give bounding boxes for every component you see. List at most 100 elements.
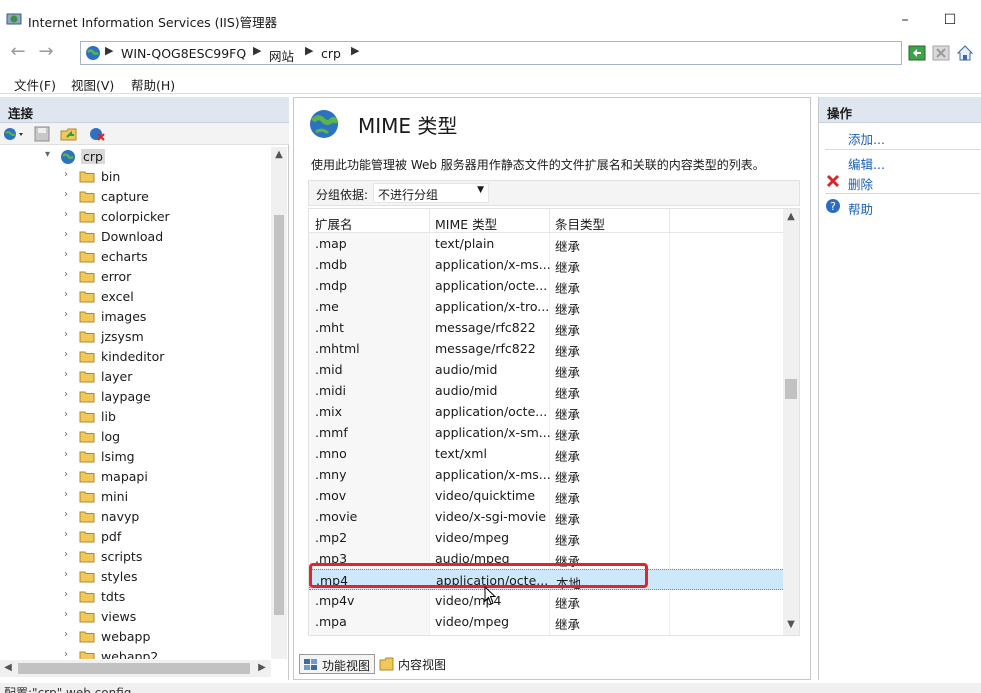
- expand-arrow-icon[interactable]: ›: [64, 409, 68, 420]
- expand-arrow-icon[interactable]: ›: [64, 609, 68, 620]
- tree-hscroll-thumb[interactable]: [18, 663, 250, 674]
- save-icon[interactable]: [34, 126, 50, 142]
- folder-up-icon[interactable]: [60, 126, 78, 142]
- table-row[interactable]: .mix application/octe... 继承: [309, 401, 785, 422]
- tree-item-folder[interactable]: › styles: [0, 567, 270, 587]
- tree-horizontal-scrollbar[interactable]: ◀ ▶: [0, 660, 271, 677]
- tree-item-folder[interactable]: › lib: [0, 407, 270, 427]
- expand-arrow-icon[interactable]: ›: [64, 269, 68, 280]
- action-edit[interactable]: 编辑...: [848, 154, 885, 173]
- expand-arrow-icon[interactable]: ›: [64, 329, 68, 340]
- expand-arrow-icon[interactable]: ›: [64, 229, 68, 240]
- tree-item-folder[interactable]: › navyp: [0, 507, 270, 527]
- back-button[interactable]: ←: [6, 42, 30, 64]
- tree-scroll-thumb[interactable]: [274, 215, 284, 615]
- expand-arrow-icon[interactable]: ›: [64, 649, 68, 659]
- tree-item-folder[interactable]: › laypage: [0, 387, 270, 407]
- tree-item-folder[interactable]: › layer: [0, 367, 270, 387]
- action-help[interactable]: 帮助: [848, 199, 873, 218]
- table-row[interactable]: .midi audio/mid 继承: [309, 380, 785, 401]
- tree-item-folder[interactable]: › tdts: [0, 587, 270, 607]
- tree-item-folder[interactable]: › mini: [0, 487, 270, 507]
- expand-arrow-icon[interactable]: ›: [64, 489, 68, 500]
- tab-content-view[interactable]: 内容视图: [376, 654, 450, 674]
- expand-arrow-icon[interactable]: ›: [64, 509, 68, 520]
- maximize-button[interactable]: ☐: [936, 9, 964, 31]
- tree-item-folder[interactable]: › capture: [0, 187, 270, 207]
- column-header-entry-type[interactable]: 条目类型: [555, 214, 605, 233]
- tree-item-folder[interactable]: › kindeditor: [0, 347, 270, 367]
- expand-arrow-icon[interactable]: ›: [64, 569, 68, 580]
- expand-arrow-icon[interactable]: ›: [64, 349, 68, 360]
- table-row[interactable]: .mht message/rfc822 继承: [309, 317, 785, 338]
- table-row[interactable]: .mov video/quicktime 继承: [309, 485, 785, 506]
- scroll-left-icon[interactable]: ◀: [0, 662, 16, 673]
- minimize-button[interactable]: –: [891, 9, 919, 31]
- table-row[interactable]: .mhtml message/rfc822 继承: [309, 338, 785, 359]
- tree-item-folder[interactable]: › views: [0, 607, 270, 627]
- expand-arrow-icon[interactable]: ›: [64, 209, 68, 220]
- tree-item-folder[interactable]: › excel: [0, 287, 270, 307]
- breadcrumb-sites[interactable]: 网站: [269, 46, 294, 65]
- tree-item-folder[interactable]: › error: [0, 267, 270, 287]
- breadcrumb-server[interactable]: WIN-QOG8ESC99FQ: [121, 46, 246, 61]
- tree-item-folder[interactable]: › log: [0, 427, 270, 447]
- tree-item-folder[interactable]: › echarts: [0, 247, 270, 267]
- menu-file[interactable]: 文件(F): [14, 75, 56, 94]
- table-row[interactable]: .mno text/xml 继承: [309, 443, 785, 464]
- collapse-arrow-icon[interactable]: ▾: [45, 149, 50, 160]
- column-header-mime-type[interactable]: MIME 类型: [435, 214, 497, 233]
- table-row[interactable]: .map text/plain 继承: [309, 233, 785, 254]
- tree-item-folder[interactable]: › lsimg: [0, 447, 270, 467]
- tree-item-site[interactable]: ▾ crp: [0, 147, 270, 167]
- table-scroll-thumb[interactable]: [785, 379, 797, 399]
- table-row[interactable]: .mpa video/mpeg 继承: [309, 611, 785, 632]
- home-icon[interactable]: [956, 44, 974, 62]
- expand-arrow-icon[interactable]: ›: [64, 289, 68, 300]
- table-row[interactable]: .mp4v video/mp4 继承: [309, 590, 785, 611]
- expand-arrow-icon[interactable]: ›: [64, 529, 68, 540]
- expand-arrow-icon[interactable]: ›: [64, 249, 68, 260]
- stop-icon[interactable]: [932, 44, 950, 62]
- forward-button[interactable]: →: [34, 42, 58, 64]
- table-row[interactable]: .mny application/x-ms... 继承: [309, 464, 785, 485]
- scroll-down-icon[interactable]: ▼: [783, 619, 799, 630]
- tree-item-folder[interactable]: › webapp2: [0, 647, 270, 659]
- expand-arrow-icon[interactable]: ›: [64, 629, 68, 640]
- tree-item-folder[interactable]: › webapp: [0, 627, 270, 647]
- tree-item-folder[interactable]: › scripts: [0, 547, 270, 567]
- tab-features-view[interactable]: 功能视图: [299, 654, 376, 674]
- disconnect-icon[interactable]: [88, 126, 106, 142]
- scroll-up-icon[interactable]: ▲: [271, 149, 287, 160]
- tree-item-folder[interactable]: › pdf: [0, 527, 270, 547]
- tree-item-folder[interactable]: › mapapi: [0, 467, 270, 487]
- table-row[interactable]: .mid audio/mid 继承: [309, 359, 785, 380]
- group-by-select[interactable]: 不进行分组 ▼: [373, 183, 489, 203]
- column-header-extension[interactable]: 扩展名: [315, 214, 353, 233]
- table-row[interactable]: .me application/x-tro... 继承: [309, 296, 785, 317]
- tree-item-folder[interactable]: › jzsysm: [0, 327, 270, 347]
- expand-arrow-icon[interactable]: ›: [64, 429, 68, 440]
- table-row[interactable]: .mdb application/x-ms... 继承: [309, 254, 785, 275]
- expand-arrow-icon[interactable]: ›: [64, 549, 68, 560]
- tree-item-folder[interactable]: › images: [0, 307, 270, 327]
- breadcrumb-site[interactable]: crp: [321, 46, 341, 61]
- tree-item-folder[interactable]: › bin: [0, 167, 270, 187]
- table-row[interactable]: .movie video/x-sgi-movie 继承: [309, 506, 785, 527]
- tree-vertical-scrollbar[interactable]: ▲: [271, 147, 287, 659]
- table-row[interactable]: .mdp application/octe... 继承: [309, 275, 785, 296]
- expand-arrow-icon[interactable]: ›: [64, 389, 68, 400]
- expand-arrow-icon[interactable]: ›: [64, 589, 68, 600]
- refresh-icon[interactable]: [908, 44, 926, 62]
- expand-arrow-icon[interactable]: ›: [64, 449, 68, 460]
- menu-view[interactable]: 视图(V): [71, 75, 114, 94]
- expand-arrow-icon[interactable]: ›: [64, 309, 68, 320]
- scroll-right-icon[interactable]: ▶: [254, 662, 270, 673]
- address-bar[interactable]: ▶ WIN-QOG8ESC99FQ ▶ 网站 ▶ crp ▶: [80, 41, 902, 65]
- table-row[interactable]: .mp2 video/mpeg 继承: [309, 527, 785, 548]
- expand-arrow-icon[interactable]: ›: [64, 189, 68, 200]
- tree-item-folder[interactable]: › Download: [0, 227, 270, 247]
- table-row[interactable]: .mmf application/x-sm... 继承: [309, 422, 785, 443]
- action-add[interactable]: 添加...: [848, 129, 885, 148]
- action-delete[interactable]: 删除: [848, 174, 873, 193]
